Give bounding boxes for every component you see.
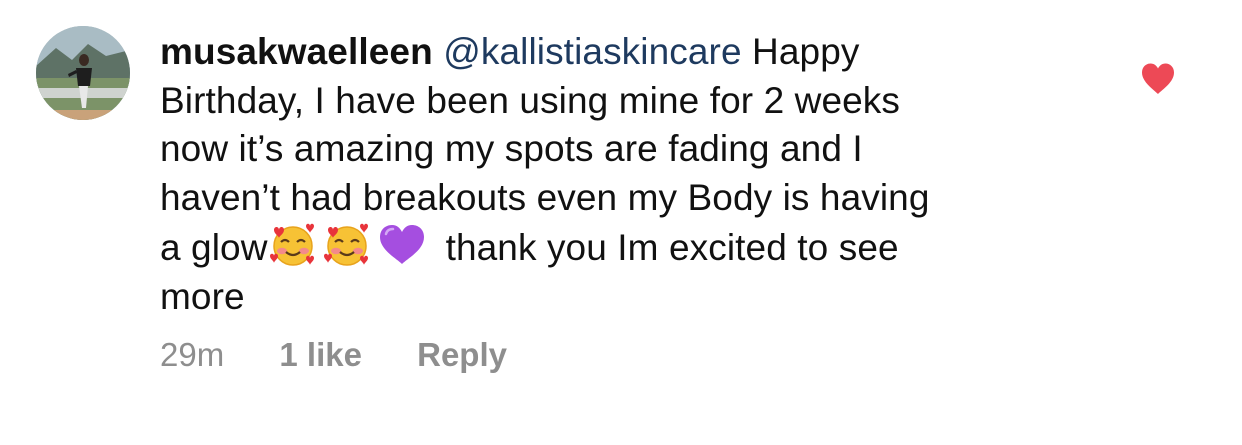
username-link[interactable]: musakwaelleen [160, 31, 433, 72]
reply-button[interactable]: Reply [417, 336, 507, 374]
comment-row: musakwaelleen @kallistiaskincare Happy B… [0, 0, 1242, 445]
purple-heart-icon [376, 222, 428, 268]
comment-text-segment: thank you Im excited to see [445, 227, 899, 268]
comment-line-1: musakwaelleen @kallistiaskincare Happy [160, 28, 1080, 77]
comment-text: musakwaelleen @kallistiaskincare Happy B… [160, 28, 1080, 321]
mention-link[interactable]: @kallistiaskincare [443, 31, 741, 72]
comment-line-4: haven’t had breakouts even my Body is ha… [160, 176, 930, 218]
smiling-face-with-hearts-icon [268, 222, 318, 268]
timestamp[interactable]: 29m [160, 336, 224, 374]
smiling-face-with-hearts-icon [322, 222, 372, 268]
comment-line-5: a glow thank you Im excited to see [160, 222, 1080, 273]
comment-meta: 29m 1 like Reply [160, 336, 553, 374]
likes-count[interactable]: 1 like [279, 336, 362, 374]
comment-line-2: Birthday, I have been using mine for 2 w… [160, 79, 901, 121]
comment-text-segment: Happy [752, 31, 860, 72]
comment-line-7: more [160, 275, 245, 317]
avatar[interactable] [36, 26, 130, 120]
comment-text-segment: a glow [160, 227, 268, 268]
comment-line-3: now it’s amazing my spots are fading and… [160, 128, 863, 169]
heart-icon[interactable] [1140, 62, 1176, 96]
